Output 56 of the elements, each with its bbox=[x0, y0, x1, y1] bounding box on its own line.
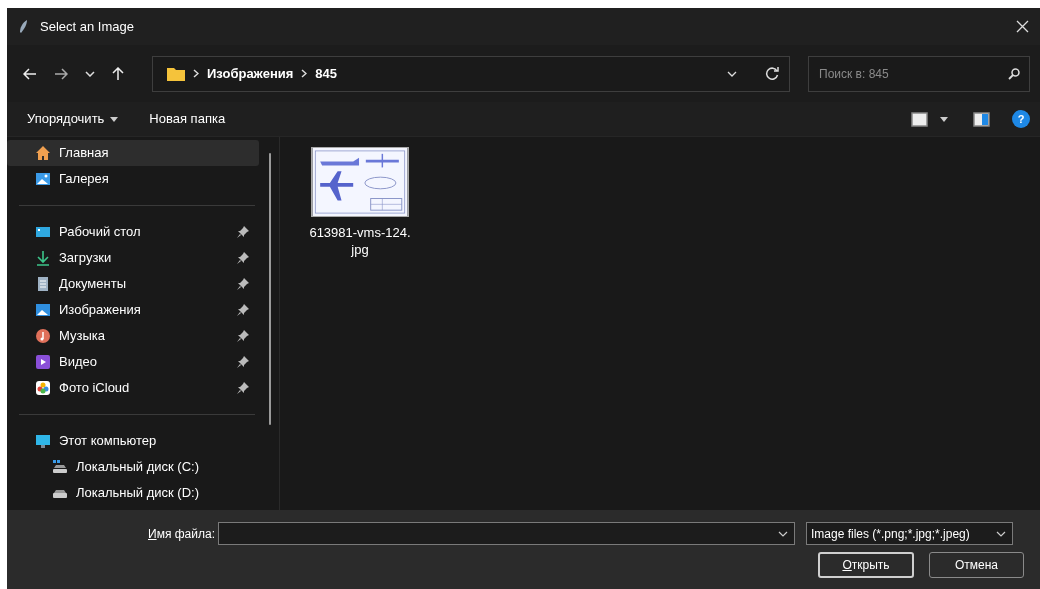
sidebar-item[interactable]: Музыка bbox=[7, 323, 259, 349]
chevron-down-icon bbox=[995, 530, 1006, 537]
view-mode-icon[interactable] bbox=[911, 111, 928, 127]
sidebar-item[interactable]: Фото iCloud bbox=[7, 375, 259, 401]
sidebar-item[interactable]: Изображения bbox=[7, 297, 259, 323]
music-note-icon bbox=[35, 328, 51, 344]
desktop-icon bbox=[35, 224, 51, 240]
download-icon bbox=[35, 250, 51, 266]
chevron-right-icon bbox=[301, 69, 308, 78]
cancel-button[interactable]: Отмена bbox=[929, 552, 1024, 578]
window-title: Select an Image bbox=[40, 17, 134, 36]
close-icon bbox=[1015, 20, 1029, 33]
sidebar-item[interactable]: Галерея bbox=[7, 166, 259, 192]
home-icon bbox=[35, 145, 51, 161]
refresh-icon[interactable] bbox=[765, 66, 779, 81]
video-icon bbox=[35, 354, 51, 370]
sidebar-item[interactable]: Документы bbox=[7, 271, 259, 297]
sidebar-item[interactable]: Загрузки bbox=[7, 245, 259, 271]
sidebar-item[interactable]: Этот компьютер bbox=[7, 428, 259, 454]
monitor-icon bbox=[35, 433, 51, 449]
file-type-dropdown[interactable]: Image files (*.png;*.jpg;*.jpeg) bbox=[805, 522, 1013, 545]
search-icon bbox=[1008, 67, 1020, 80]
preview-pane-icon[interactable] bbox=[973, 111, 990, 127]
chevron-down-icon bbox=[777, 530, 788, 537]
help-button[interactable]: ? bbox=[1012, 110, 1030, 128]
sidebar-item[interactable]: Локальный диск (D:) bbox=[7, 480, 259, 506]
file-name-label: Имя файла: bbox=[148, 525, 215, 543]
sidebar-item[interactable]: Видео bbox=[7, 349, 259, 375]
sidebar-item[interactable]: Главная bbox=[7, 140, 259, 166]
dropdown-arrow-icon bbox=[110, 116, 119, 122]
file-name[interactable]: 613981-vms-124. jpg bbox=[309, 224, 411, 258]
picture-icon bbox=[35, 302, 51, 318]
address-bar[interactable]: Изображения 845 bbox=[152, 55, 790, 92]
file-name-field[interactable] bbox=[217, 522, 795, 545]
chevron-down-icon[interactable] bbox=[727, 70, 737, 77]
back-arrow-icon[interactable] bbox=[23, 67, 37, 80]
search-field[interactable]: Поиск в: 845 bbox=[808, 55, 1030, 92]
gallery-icon bbox=[35, 171, 51, 187]
scrollbar[interactable] bbox=[269, 153, 271, 425]
sidebar-item[interactable]: Локальный диск (C:) bbox=[7, 454, 259, 480]
up-arrow-icon[interactable] bbox=[112, 66, 124, 81]
flower-icon bbox=[35, 380, 51, 396]
folder-icon bbox=[167, 66, 185, 81]
open-button[interactable]: Открыть bbox=[818, 552, 914, 578]
breadcrumb[interactable]: 845 bbox=[315, 63, 338, 84]
breadcrumb[interactable]: Изображения bbox=[207, 63, 294, 84]
new-folder-button[interactable]: Новая папка bbox=[149, 109, 226, 129]
feather-icon bbox=[19, 19, 29, 34]
document-icon bbox=[35, 276, 51, 292]
forward-arrow-icon[interactable] bbox=[54, 67, 68, 80]
organize-menu-button[interactable]: Упорядочить bbox=[27, 109, 119, 129]
disk-drive-icon bbox=[52, 459, 68, 475]
dropdown-arrow-icon[interactable] bbox=[940, 116, 948, 122]
sidebar-item[interactable]: Рабочий стол bbox=[7, 219, 259, 245]
chevron-down-icon[interactable] bbox=[85, 70, 95, 77]
chevron-right-icon bbox=[193, 69, 199, 78]
